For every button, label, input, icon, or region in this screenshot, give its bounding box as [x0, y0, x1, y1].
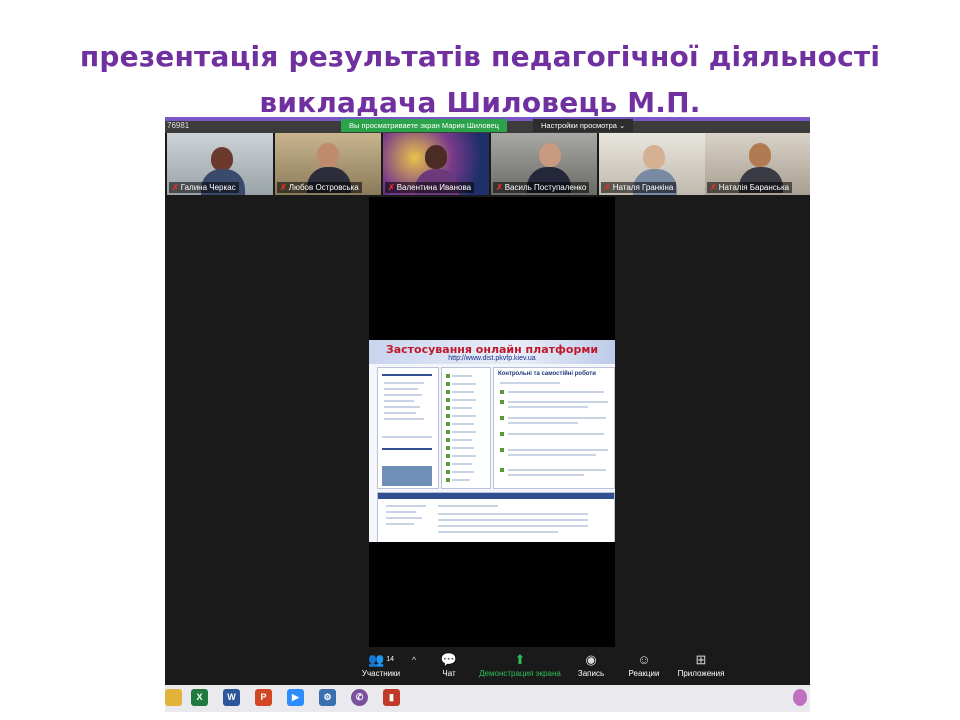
participant-strip: ✗ Галина Черкас ✗ Любов Островська ✗ Валент… [165, 133, 810, 195]
settings-app-icon[interactable]: ⚙ [319, 689, 336, 706]
apps-label: Приложения [677, 669, 725, 678]
shared-slide-url: http://www.dist.pkvfp.kiev.ua [448, 355, 536, 362]
word-icon[interactable]: W [223, 689, 240, 706]
chat-button[interactable]: 💬 Чат [431, 651, 467, 678]
participant-name: ✗ Наталія Баранська [707, 182, 793, 193]
reactions-label: Реакции [628, 669, 660, 678]
participant-tile[interactable]: ✗ Наталія Баранська [705, 133, 810, 195]
shared-screen: Застосування онлайн платформи http://www… [369, 197, 615, 647]
viber-icon[interactable]: ✆ [351, 689, 368, 706]
slide-title: презентація результатів педагогічної дія… [0, 34, 960, 126]
share-screen-button[interactable]: ⬆ Демонстрация экрана [475, 651, 565, 678]
participant-name: ✗ Любов Островська [277, 182, 362, 193]
zoom-control-bar: 👥 14 Участники ^ 💬 Чат ⬆ Демонстрация экр… [165, 647, 810, 685]
muted-mic-icon: ✗ [496, 183, 503, 192]
participants-menu-button[interactable]: ^ [407, 651, 421, 669]
participant-name: ✗ Галина Черкас [169, 182, 239, 193]
share-screen-icon: ⬆ [514, 652, 526, 667]
view-options-button[interactable]: Настройки просмотра ⌄ [533, 119, 634, 132]
apps-button[interactable]: ⊞ Приложения [673, 651, 729, 678]
grade-journal-panel [377, 492, 615, 542]
share-screen-label: Демонстрация экрана [479, 669, 561, 678]
chevron-up-icon: ^ [411, 655, 417, 665]
reactions-button[interactable]: ☺ Реакции [623, 651, 665, 678]
meeting-id: 76981 [167, 121, 190, 130]
record-button[interactable]: ◉ Запись [571, 651, 611, 678]
participant-name: ✗ Валентина Иванова [385, 182, 475, 193]
participant-tile[interactable]: ✗ Любов Островська [275, 133, 381, 195]
participant-tile[interactable]: ✗ Василь Поступаленко [491, 133, 597, 195]
chat-icon: 💬 [440, 652, 458, 667]
zoom-screenshot: 76981 Вы просматриваете экран Мария Шило… [165, 117, 810, 712]
muted-mic-icon: ✗ [172, 183, 179, 192]
participants-count: 14 [386, 656, 394, 663]
shared-slide: Застосування онлайн платформи http://www… [369, 340, 615, 542]
zoom-app-icon[interactable]: ▶ [287, 689, 304, 706]
tray-icon[interactable] [793, 689, 807, 706]
groups-list-panel [441, 367, 491, 489]
muted-mic-icon: ✗ [388, 183, 395, 192]
participants-icon: 👥 14 [368, 652, 394, 667]
record-label: Запись [577, 669, 605, 678]
assignments-panel: Контрольні та самостійні роботи [493, 367, 615, 489]
windows-taskbar: X W P ▶ ⚙ ✆ ▮ [165, 685, 810, 712]
participants-label: Участники [361, 669, 401, 678]
muted-mic-icon: ✗ [280, 183, 287, 192]
slide-title-line-1: презентація результатів педагогічної дія… [79, 40, 881, 73]
assignments-panel-header: Контрольні та самостійні роботи [498, 371, 596, 377]
apps-icon: ⊞ [695, 652, 707, 667]
viewing-share-label: Вы просматриваете экран Мария Шиловец [341, 119, 507, 132]
muted-mic-icon: ✗ [710, 183, 717, 192]
powerpoint-icon[interactable]: P [255, 689, 272, 706]
excel-icon[interactable]: X [191, 689, 208, 706]
participant-tile[interactable]: ✗ Галина Черкас [167, 133, 273, 195]
participant-tile[interactable]: ✗ Наталя Гранкіна [599, 133, 705, 195]
file-explorer-icon[interactable] [165, 689, 182, 706]
participant-name: ✗ Василь Поступаленко [493, 182, 590, 193]
zoom-top-bar: 76981 Вы просматриваете экран Мария Шило… [165, 117, 810, 133]
muted-mic-icon: ✗ [604, 183, 611, 192]
record-icon: ◉ [585, 652, 597, 667]
participants-button[interactable]: 👥 14 Участники [355, 651, 407, 678]
chat-label: Чат [442, 669, 456, 678]
course-menu-panel [377, 367, 439, 489]
participant-tile[interactable]: ✗ Валентина Иванова [383, 133, 489, 195]
participant-name: ✗ Наталя Гранкіна [601, 182, 677, 193]
reactions-icon: ☺ [637, 652, 651, 667]
document-app-icon[interactable]: ▮ [383, 689, 400, 706]
